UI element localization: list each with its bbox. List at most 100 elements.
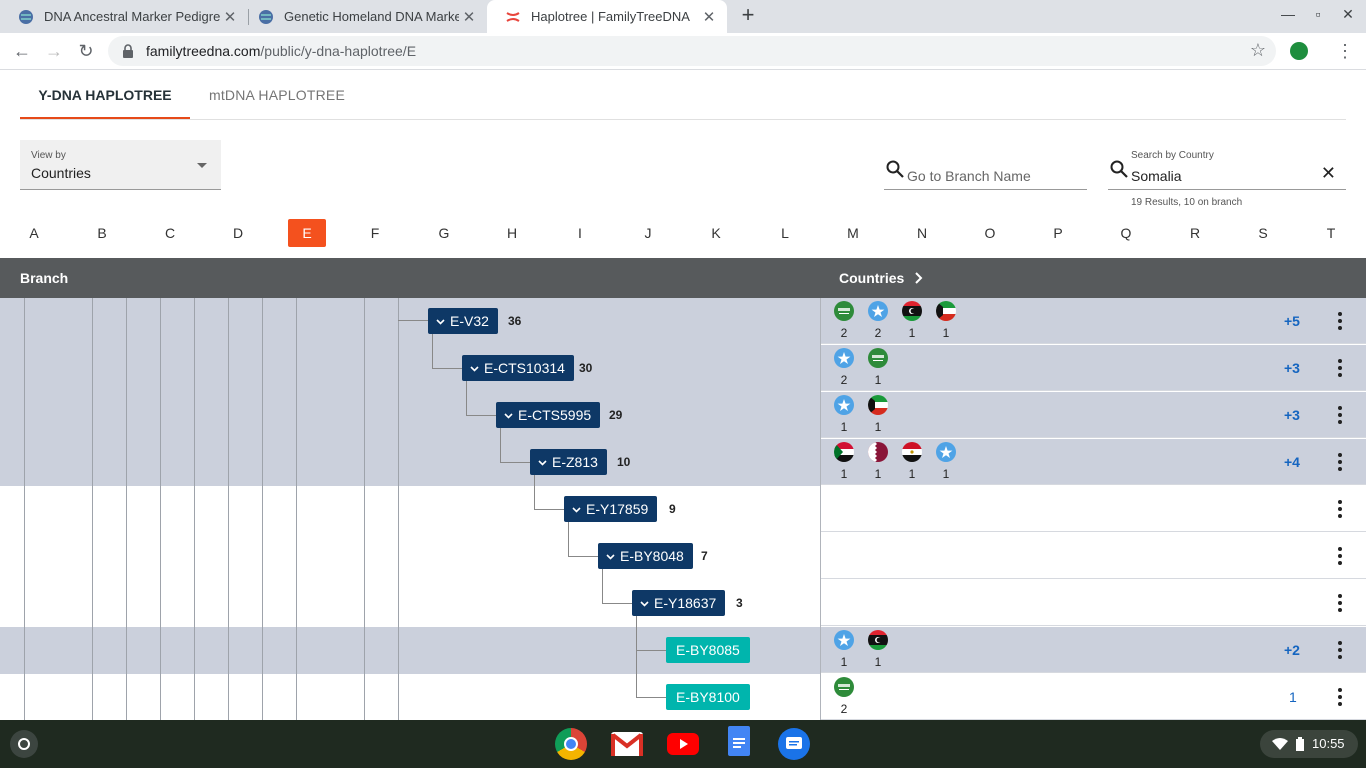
reload-icon[interactable]: ↻: [74, 39, 98, 63]
restore-icon[interactable]: ▫: [1308, 6, 1328, 22]
branch-node-e-by8048[interactable]: E-BY8048: [598, 543, 693, 569]
qatar-flag-icon[interactable]: [868, 442, 888, 462]
more-countries-link[interactable]: 1: [1289, 689, 1297, 705]
table-row[interactable]: [0, 439, 1366, 486]
letter-m[interactable]: M: [834, 219, 872, 247]
somalia-flag-icon[interactable]: [834, 395, 854, 415]
letter-j[interactable]: J: [629, 219, 667, 247]
kuwait-flag-icon[interactable]: [936, 301, 956, 321]
browser-tab-haplotree[interactable]: Haplotree | FamilyTreeDNA ✕: [487, 0, 727, 33]
tab-y-dna[interactable]: Y-DNA HAPLOTREE: [20, 71, 190, 119]
more-countries-link[interactable]: +2: [1284, 642, 1300, 658]
letter-a[interactable]: A: [15, 219, 53, 247]
chrome-icon[interactable]: [555, 728, 587, 760]
row-menu-icon[interactable]: [1333, 405, 1347, 425]
row-menu-icon[interactable]: [1333, 311, 1347, 331]
libya-flag-icon[interactable]: [902, 301, 922, 321]
chevron-down-icon[interactable]: [470, 356, 480, 382]
letter-g[interactable]: G: [425, 219, 463, 247]
country-search-input[interactable]: [1131, 168, 1311, 184]
kuwait-flag-icon[interactable]: [868, 395, 888, 415]
table-row[interactable]: [0, 486, 1366, 533]
tab-close-icon[interactable]: ✕: [459, 8, 479, 26]
chevron-down-icon[interactable]: [640, 591, 650, 617]
letter-f[interactable]: F: [356, 219, 394, 247]
letter-p[interactable]: P: [1039, 219, 1077, 247]
chevron-down-icon[interactable]: [572, 497, 582, 523]
countries-column-header[interactable]: Countries: [839, 270, 924, 286]
more-countries-link[interactable]: +4: [1284, 454, 1300, 470]
tab-mtdna[interactable]: mtDNA HAPLOTREE: [190, 71, 364, 119]
tab-close-icon[interactable]: ✕: [220, 8, 240, 26]
table-row[interactable]: [0, 345, 1366, 392]
sudan-flag-icon[interactable]: [834, 442, 854, 462]
gmail-icon[interactable]: [611, 732, 643, 756]
letter-c[interactable]: C: [151, 219, 189, 247]
browser-menu-icon[interactable]: ⋮: [1336, 41, 1354, 62]
row-menu-icon[interactable]: [1333, 687, 1347, 707]
libya-flag-icon[interactable]: [868, 630, 888, 650]
letter-e[interactable]: E: [288, 219, 326, 247]
bookmark-star-icon[interactable]: ☆: [1250, 40, 1266, 61]
branch-search-input[interactable]: [907, 168, 1077, 184]
saudi-flag-icon[interactable]: [868, 348, 888, 368]
row-menu-icon[interactable]: [1333, 499, 1347, 519]
docs-icon[interactable]: [728, 726, 750, 756]
letter-s[interactable]: S: [1244, 219, 1282, 247]
messages-icon[interactable]: [778, 728, 810, 760]
chevron-down-icon[interactable]: [538, 450, 548, 476]
letter-d[interactable]: D: [219, 219, 257, 247]
close-window-icon[interactable]: ✕: [1338, 6, 1358, 23]
launcher-icon[interactable]: [10, 730, 38, 758]
more-countries-link[interactable]: +5: [1284, 313, 1300, 329]
row-menu-icon[interactable]: [1333, 546, 1347, 566]
letter-b[interactable]: B: [83, 219, 121, 247]
table-row[interactable]: [0, 392, 1366, 439]
row-menu-icon[interactable]: [1333, 452, 1347, 472]
tab-close-icon[interactable]: ✕: [699, 8, 719, 26]
letter-q[interactable]: Q: [1107, 219, 1145, 247]
somalia-flag-icon[interactable]: [834, 348, 854, 368]
somalia-flag-icon[interactable]: [936, 442, 956, 462]
branch-node-e-y18637[interactable]: E-Y18637: [632, 590, 726, 617]
row-menu-icon[interactable]: [1333, 640, 1347, 660]
row-menu-icon[interactable]: [1333, 358, 1347, 378]
saudi-flag-icon[interactable]: [834, 677, 854, 697]
new-tab-icon[interactable]: +: [736, 4, 760, 28]
clear-icon[interactable]: ✕: [1321, 163, 1336, 184]
somalia-flag-icon[interactable]: [868, 301, 888, 321]
back-icon[interactable]: ←: [10, 39, 34, 63]
chevron-down-icon[interactable]: [606, 544, 616, 570]
row-menu-icon[interactable]: [1333, 593, 1347, 613]
branch-node-e-v32[interactable]: E-V32: [428, 308, 498, 334]
address-bar[interactable]: familytreedna.com /public/y-dna-haplotre…: [108, 36, 1276, 66]
saudi-flag-icon[interactable]: [834, 301, 854, 321]
letter-i[interactable]: I: [561, 219, 599, 247]
somalia-flag-icon[interactable]: [834, 630, 854, 650]
letter-t[interactable]: T: [1312, 219, 1350, 247]
more-countries-link[interactable]: +3: [1284, 360, 1300, 376]
chevron-down-icon[interactable]: [504, 403, 514, 429]
forward-icon[interactable]: →: [42, 39, 66, 63]
letter-l[interactable]: L: [766, 219, 804, 247]
branch-node-e-z813[interactable]: E-Z813: [530, 449, 607, 475]
table-row[interactable]: [0, 298, 1366, 345]
branch-node-e-by8100[interactable]: E-BY8100: [666, 684, 750, 710]
view-by-select[interactable]: View by Countries: [20, 140, 221, 190]
chevron-down-icon[interactable]: [436, 309, 446, 335]
branch-node-e-by8085[interactable]: E-BY8085: [666, 637, 750, 663]
letter-n[interactable]: N: [903, 219, 941, 247]
more-countries-link[interactable]: +3: [1284, 407, 1300, 423]
letter-o[interactable]: O: [971, 219, 1009, 247]
letter-h[interactable]: H: [493, 219, 531, 247]
egypt-flag-icon[interactable]: [902, 442, 922, 462]
browser-tab-homeland[interactable]: Genetic Homeland DNA Marker Ma ✕: [240, 0, 487, 33]
branch-node-e-cts10314[interactable]: E-CTS10314: [462, 355, 574, 381]
letter-k[interactable]: K: [697, 219, 735, 247]
minimize-icon[interactable]: —: [1278, 6, 1298, 22]
browser-tab-pedigree[interactable]: DNA Ancestral Marker Pedigree ✕: [0, 0, 248, 33]
branch-node-e-cts5995[interactable]: E-CTS5995: [496, 402, 601, 429]
branch-node-e-y17859[interactable]: E-Y17859: [564, 496, 658, 523]
extension-icon[interactable]: [1290, 42, 1308, 60]
system-tray[interactable]: 10:55: [1260, 730, 1358, 758]
